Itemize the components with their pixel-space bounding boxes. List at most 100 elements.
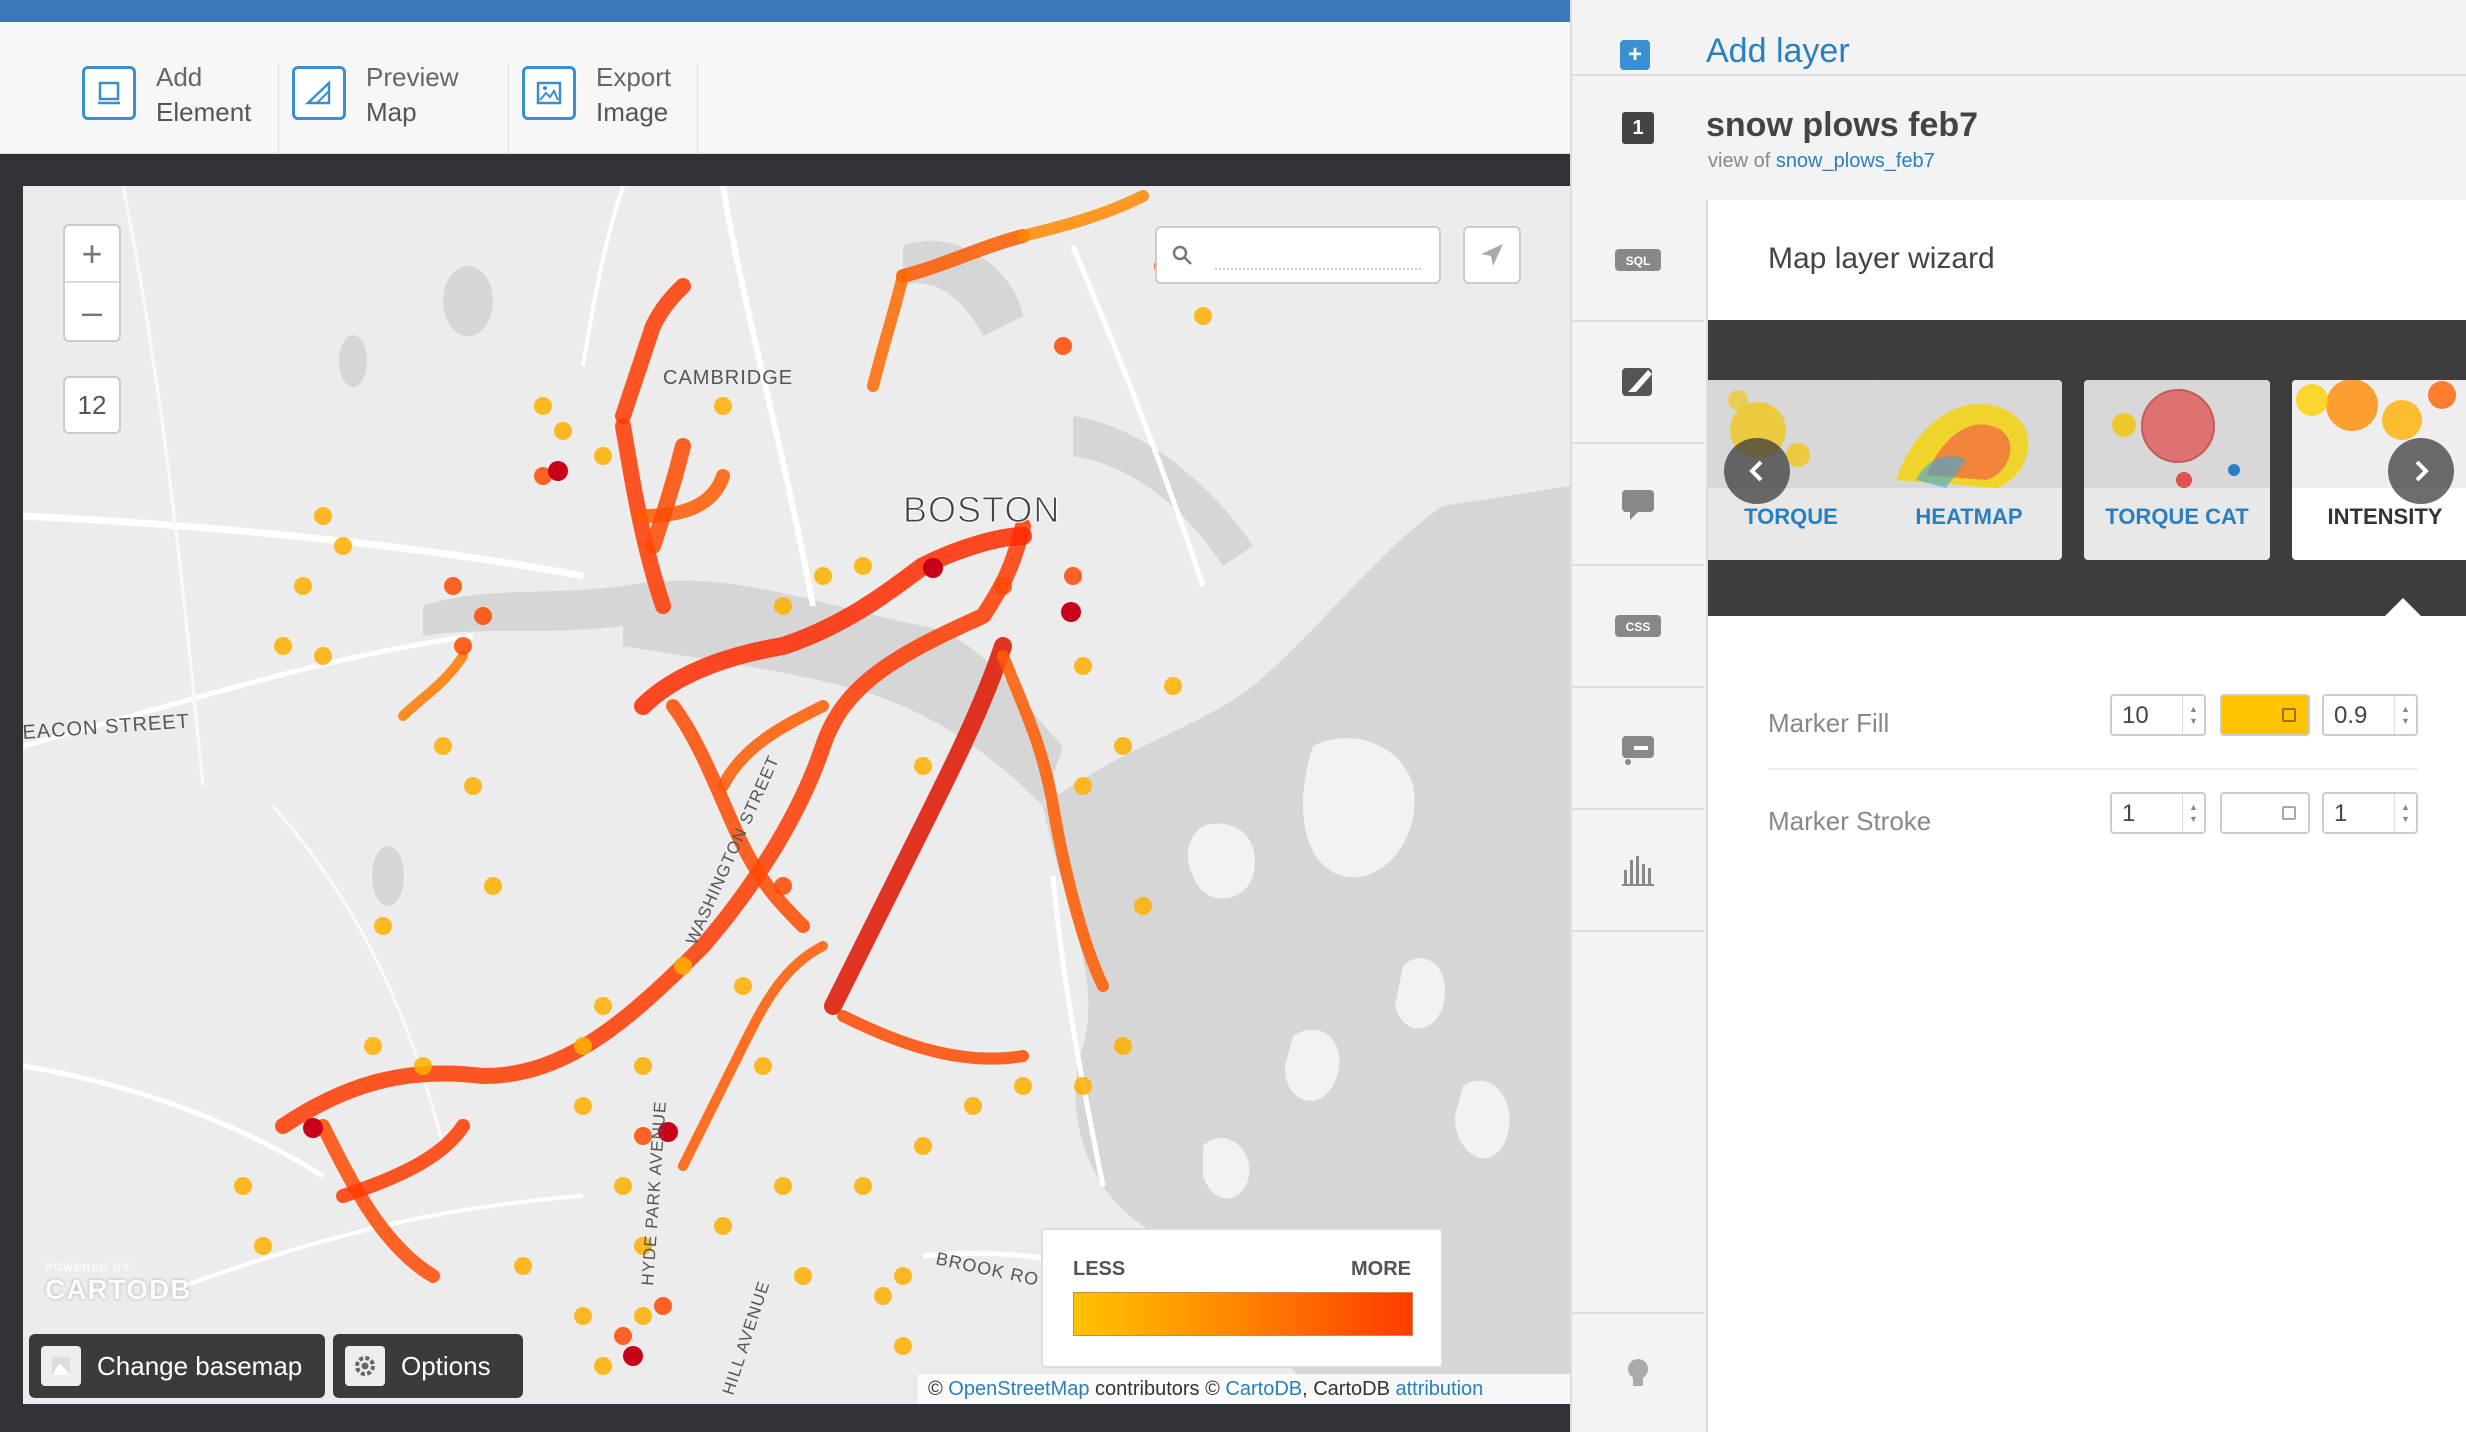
css-icon: CSS <box>1615 615 1661 637</box>
add-element-button[interactable]: Add Element <box>82 60 251 150</box>
stepper-arrows-icon[interactable]: ▲ ▼ <box>2394 696 2416 734</box>
marker-stroke-color-picker[interactable] <box>2220 792 2310 834</box>
openstreetmap-link[interactable]: OpenStreetMap <box>948 1378 1089 1400</box>
zoom-level: 12 <box>63 376 121 434</box>
options-button[interactable]: Options <box>333 1334 523 1398</box>
top-header-bar <box>0 0 1572 22</box>
marker-stroke-opacity-value: 1 <box>2334 800 2348 827</box>
row-divider <box>1768 768 2418 770</box>
label-hill-avenue: HILL AVENUE <box>719 1278 774 1397</box>
marker-fill-color-picker[interactable] <box>2220 694 2310 736</box>
svg-text:CSS: CSS <box>1626 620 1651 634</box>
infowindow-icon <box>1622 490 1654 520</box>
legend-more: MORE <box>1351 1258 1411 1280</box>
legend-gradient-bar <box>1073 1292 1413 1336</box>
attribution-link[interactable]: attribution <box>1395 1378 1483 1400</box>
label-boston: BOSTON <box>903 489 1060 530</box>
torque-cat-thumbnail <box>2084 380 2270 488</box>
locate-button[interactable] <box>1463 226 1521 284</box>
attribution-text: © <box>928 1378 949 1400</box>
layer-footer-tab[interactable] <box>1572 1312 1704 1432</box>
attribution-text: , CartoDB <box>1302 1378 1396 1400</box>
map-legend: LESS MORE <box>1041 1228 1443 1368</box>
color-dropdown-icon <box>2282 806 2296 820</box>
heatmap-label: HEATMAP <box>1915 504 2023 529</box>
marker-stroke-row: Marker Stroke 1 ▲ ▼ 1 ▲ ▼ <box>1768 778 2418 858</box>
color-dropdown-icon <box>2282 708 2296 722</box>
css-tab[interactable]: CSS <box>1572 566 1704 688</box>
wizard-card-torque-cat[interactable]: TORQUE CAT <box>2084 380 2270 560</box>
infowindow-tab[interactable] <box>1572 444 1704 566</box>
source-table-link[interactable]: snow_plows_feb7 <box>1776 150 1935 172</box>
cartodb-brand-text: CARTODB <box>45 1274 192 1305</box>
zoom-out-button[interactable]: – <box>65 283 119 340</box>
legend-icon <box>1622 736 1654 765</box>
preview-map-label-1: Preview <box>366 62 459 92</box>
send-location-icon <box>1481 244 1503 266</box>
layer-source: view of snow_plows_feb7 <box>1708 150 1935 173</box>
options-label: Options <box>401 1350 491 1381</box>
add-layer-plus-icon: + <box>1620 40 1650 70</box>
add-layer-header[interactable]: + Add layer <box>1572 0 2466 76</box>
intensity-label: INTENSITY <box>2327 504 2443 529</box>
marker-fill-width-input[interactable]: 10 ▲ ▼ <box>2110 694 2206 736</box>
zoom-control: + – <box>63 224 121 342</box>
marker-fill-opacity-input[interactable]: 0.9 ▲ ▼ <box>2322 694 2418 736</box>
marker-fill-opacity-value: 0.9 <box>2334 702 2368 729</box>
basemap: CAMBRIDGE BOSTON EACON STREET WASHINGTON… <box>23 186 1570 1404</box>
toolbar-divider <box>508 64 509 154</box>
cartodb-link[interactable]: CartoDB <box>1225 1378 1302 1400</box>
export-image-button[interactable]: Export Image <box>522 60 671 150</box>
layer-name[interactable]: snow plows feb7 <box>1706 106 1978 145</box>
basemap-icon <box>41 1346 81 1386</box>
export-image-label-1: Export <box>596 62 672 92</box>
wizard-card-heatmap[interactable]: HEATMAP <box>1876 380 2062 560</box>
layer-panel: + Add layer 1 snow plows feb7 view of sn… <box>1570 0 2466 1432</box>
marker-stroke-width-input[interactable]: 1 ▲ ▼ <box>2110 792 2206 834</box>
marker-fill-label: Marker Fill <box>1768 708 1890 738</box>
wizard-brush-icon <box>1622 368 1652 396</box>
marker-fill-row: Marker Fill 10 ▲ ▼ 0.9 ▲ ▼ <box>1768 680 2418 760</box>
marker-fill-width-value: 10 <box>2122 702 2149 729</box>
gear-icon <box>345 1346 385 1386</box>
map-layer-wizard: Map layer wizard TORQUE HEATMAP TORQUE C… <box>1706 200 2466 1432</box>
powered-by-cartodb-logo: POWERED BY CARTODB <box>45 1262 191 1306</box>
search-underline <box>1215 268 1421 270</box>
powered-by-text: POWERED BY <box>45 1262 131 1274</box>
preview-map-label-2: Map <box>366 97 417 127</box>
svg-text:SQL: SQL <box>1626 254 1651 268</box>
legend-tab[interactable] <box>1572 688 1704 810</box>
heatmap-thumbnail <box>1876 380 2062 488</box>
search-icon <box>1172 245 1192 265</box>
carousel-prev-button[interactable] <box>1724 438 1790 504</box>
filters-chart-icon <box>1622 856 1654 886</box>
preview-map-icon <box>292 66 346 120</box>
filters-tab[interactable] <box>1572 810 1704 932</box>
stepper-arrows-icon[interactable]: ▲ ▼ <box>2394 794 2416 832</box>
stepper-arrows-icon[interactable]: ▲ ▼ <box>2182 794 2204 832</box>
map-attribution: © OpenStreetMap contributors © CartoDB, … <box>918 1374 1570 1404</box>
toolbar-divider <box>278 64 279 154</box>
view-of-prefix: view of <box>1708 150 1776 172</box>
map-canvas[interactable]: CAMBRIDGE BOSTON EACON STREET WASHINGTON… <box>23 186 1570 1404</box>
marker-stroke-label: Marker Stroke <box>1768 806 1932 836</box>
map-search-input[interactable] <box>1207 242 1407 268</box>
marker-stroke-opacity-input[interactable]: 1 ▲ ▼ <box>2322 792 2418 834</box>
attribution-text: contributors © <box>1089 1378 1226 1400</box>
wizard-tab[interactable] <box>1572 322 1704 444</box>
selected-card-pointer <box>2385 598 2421 616</box>
layer-header: 1 snow plows feb7 view of snow_plows_feb… <box>1572 78 2466 200</box>
label-beacon-street: EACON STREET <box>23 710 191 744</box>
toolbar-divider <box>697 64 698 154</box>
add-layer-label[interactable]: Add layer <box>1706 32 1850 71</box>
add-element-label-2: Element <box>156 97 252 127</box>
change-basemap-button[interactable]: Change basemap <box>29 1334 325 1398</box>
preview-map-button[interactable]: Preview Map <box>292 60 458 150</box>
map-search-box[interactable] <box>1155 226 1441 284</box>
change-basemap-label: Change basemap <box>97 1350 303 1381</box>
carousel-next-button[interactable] <box>2388 438 2454 504</box>
sql-tab[interactable]: SQL <box>1572 200 1704 322</box>
export-image-label-2: Image <box>596 97 669 127</box>
stepper-arrows-icon[interactable]: ▲ ▼ <box>2182 696 2204 734</box>
zoom-in-button[interactable]: + <box>65 226 119 283</box>
